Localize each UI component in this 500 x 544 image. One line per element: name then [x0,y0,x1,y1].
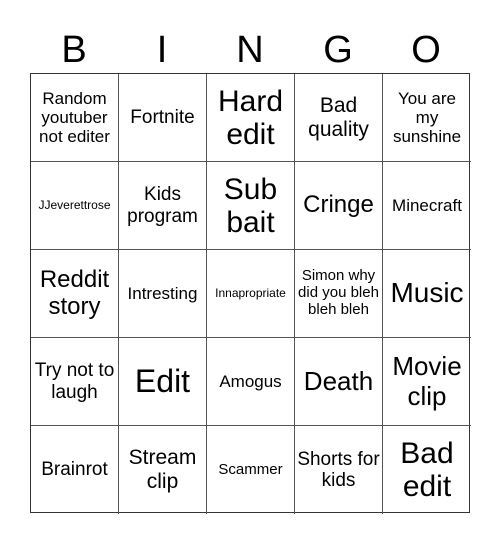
bingo-cell[interactable]: Random youtuber not editer [31,74,119,162]
bingo-cell[interactable]: Music [383,250,471,338]
bingo-cell[interactable]: Edit [119,338,207,426]
bingo-cell[interactable]: Simon why did you bleh bleh bleh [295,250,383,338]
bingo-cell[interactable]: Brainrot [31,426,119,514]
bingo-cell[interactable]: Cringe [295,162,383,250]
bingo-cell[interactable]: Minecraft [383,162,471,250]
bingo-cell[interactable]: Death [295,338,383,426]
bingo-cell[interactable]: Kids program [119,162,207,250]
header-letter-i: I [156,29,168,71]
bingo-cell[interactable]: Sub bait [207,162,295,250]
header-letter-b: B [61,29,87,71]
bingo-cell[interactable]: Stream clip [119,426,207,514]
bingo-cell[interactable]: Movie clip [383,338,471,426]
bingo-cell[interactable]: Intresting [119,250,207,338]
bingo-cell[interactable]: Amogus [207,338,295,426]
bingo-cell[interactable]: Try not to laugh [31,338,119,426]
header-letter-o: O [411,29,441,71]
bingo-cell[interactable]: You are my sunshine [383,74,471,162]
bingo-header: B I N G O [30,28,470,73]
bingo-cell[interactable]: Bad quality [295,74,383,162]
bingo-cell[interactable]: Scammer [207,426,295,514]
header-letter-g: G [323,29,353,71]
bingo-cell[interactable]: Hard edit [207,74,295,162]
header-letter-n: N [236,29,264,71]
bingo-cell[interactable]: Fortnite [119,74,207,162]
bingo-cell[interactable]: Shorts for kids [295,426,383,514]
bingo-cell[interactable]: Bad edit [383,426,471,514]
bingo-grid: Random youtuber not editer Fortnite Hard… [30,73,471,514]
bingo-cell[interactable]: JJeverettrose [31,162,119,250]
bingo-cell[interactable]: Innapropriate [207,250,295,338]
bingo-cell[interactable]: Reddit story [31,250,119,338]
